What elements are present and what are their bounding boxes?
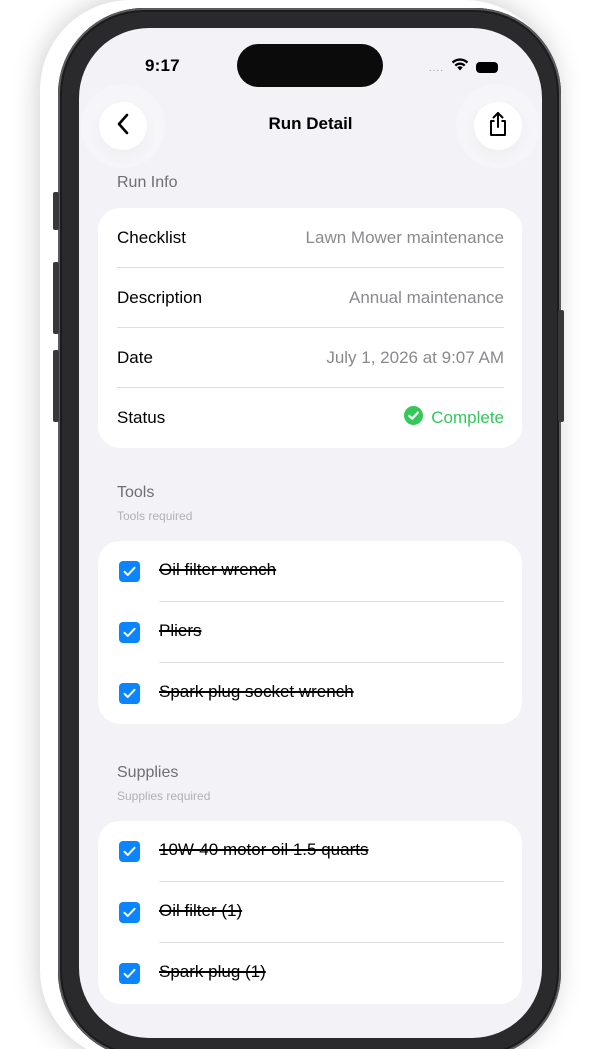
dynamic-island: [237, 44, 383, 87]
status-badge: Complete: [431, 408, 504, 427]
tools-header: Tools: [117, 484, 155, 501]
checkbox-checked[interactable]: [119, 902, 140, 923]
item-label: Oil filter (1): [159, 901, 243, 920]
row-label: Date: [117, 348, 153, 367]
status-value: Complete: [404, 406, 504, 430]
list-item[interactable]: 10W-40 motor oil 1.5 quarts: [98, 821, 522, 882]
share-icon: [488, 111, 508, 142]
power-button: [558, 310, 564, 422]
checkbox-checked[interactable]: [119, 841, 140, 862]
status-icons: ....: [429, 58, 498, 76]
run-info-row-status: Status Complete: [98, 388, 522, 448]
action-button: [53, 192, 59, 230]
run-info-row-date: Date July 1, 2026 at 9:07 AM: [98, 328, 522, 388]
run-info-row-description: Description Annual maintenance: [98, 268, 522, 328]
supplies-card: 10W-40 motor oil 1.5 quarts Oil filter (…: [98, 821, 522, 1004]
row-value: Lawn Mower maintenance: [305, 228, 504, 247]
list-item[interactable]: Oil filter (1): [98, 882, 522, 943]
checkbox-checked[interactable]: [119, 683, 140, 704]
list-item[interactable]: Spark plug (1): [98, 943, 522, 1004]
cellular-signal-icon: ....: [428, 62, 444, 74]
run-info-card: Checklist Lawn Mower maintenance Descrip…: [98, 208, 522, 448]
status-time: 9:17: [145, 56, 180, 75]
share-button[interactable]: [474, 102, 522, 150]
item-label: 10W-40 motor oil 1.5 quarts: [159, 840, 369, 859]
list-item[interactable]: Spark plug socket wrench: [98, 663, 522, 724]
run-info-row-checklist: Checklist Lawn Mower maintenance: [98, 208, 522, 268]
list-item[interactable]: Oil filter wrench: [98, 541, 522, 602]
item-label: Oil filter wrench: [159, 560, 277, 579]
tools-subheader: Tools required: [117, 509, 193, 523]
wifi-icon: [451, 58, 469, 76]
screenshot-stage: 9:17 .... Run Detail Run Info Checklist …: [0, 0, 595, 1049]
checkbox-checked[interactable]: [119, 622, 140, 643]
item-label: Spark plug socket wrench: [159, 682, 354, 701]
volume-up-button: [53, 262, 59, 334]
checkbox-checked[interactable]: [119, 963, 140, 984]
supplies-subheader: Supplies required: [117, 789, 211, 803]
checkbox-checked[interactable]: [119, 561, 140, 582]
volume-down-button: [53, 350, 59, 422]
row-value: July 1, 2026 at 9:07 AM: [326, 348, 504, 367]
supplies-header: Supplies: [117, 764, 179, 781]
item-label: Spark plug (1): [159, 962, 266, 981]
battery-icon: [476, 61, 498, 73]
tools-card: Oil filter wrench Pliers Spark plug sock…: [98, 541, 522, 724]
page-title: Run Detail: [268, 114, 353, 133]
row-label: Description: [117, 288, 203, 307]
item-label: Pliers: [159, 621, 202, 640]
list-item[interactable]: Pliers: [98, 602, 522, 663]
phone-screen: 9:17 .... Run Detail Run Info Checklist …: [79, 28, 542, 1038]
row-label: Status: [117, 408, 166, 427]
row-value: Annual maintenance: [348, 288, 504, 307]
checkmark-circle-icon: [404, 406, 424, 430]
row-label: Checklist: [117, 228, 186, 247]
run-info-header: Run Info: [117, 174, 178, 191]
